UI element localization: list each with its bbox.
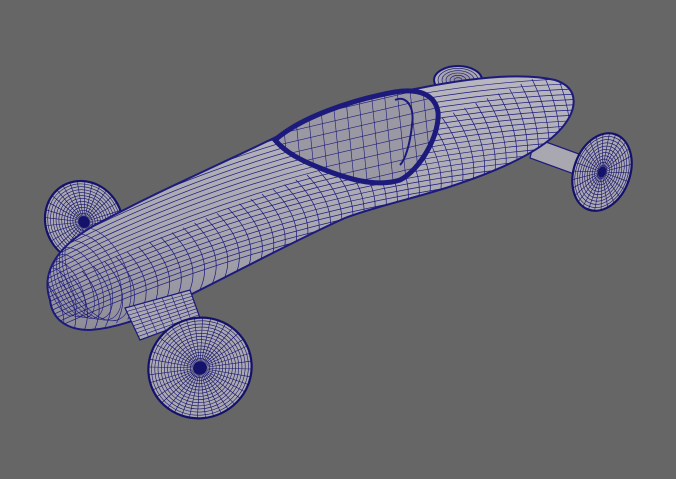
car-body[interactable] <box>37 60 592 345</box>
3d-viewport[interactable] <box>0 0 676 479</box>
car-wireframe-model[interactable] <box>0 0 676 479</box>
wheel-rear-right[interactable] <box>562 125 642 219</box>
